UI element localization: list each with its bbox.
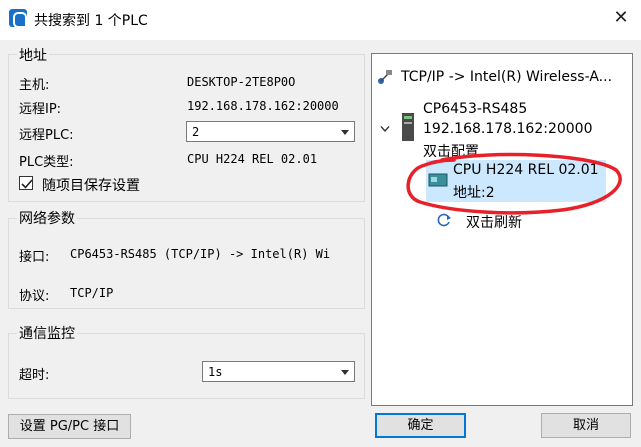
title-bar: 共搜索到 1 个PLC ✕: [0, 0, 641, 40]
protocol-value: TCP/IP: [70, 286, 114, 300]
checkmark-icon: [21, 179, 33, 189]
remote-ip-label: 远程IP:: [19, 102, 62, 117]
device-address: 192.168.178.162:20000: [423, 121, 593, 137]
set-pgpc-button[interactable]: 设置 PG/PC 接口: [8, 414, 131, 439]
remote-plc-value: 2: [192, 125, 200, 139]
device-name[interactable]: CP6453-RS485: [423, 101, 527, 117]
network-group: [8, 218, 365, 309]
remote-plc-select[interactable]: 2: [186, 121, 355, 142]
remote-plc-label: 远程PLC:: [19, 128, 74, 143]
save-settings-checkbox[interactable]: [19, 176, 33, 190]
network-icon: [378, 70, 392, 84]
save-settings-label[interactable]: 随项目保存设置: [42, 175, 140, 195]
cancel-button[interactable]: 取消: [541, 413, 631, 438]
protocol-label: 协议:: [19, 289, 50, 304]
tree-root-label[interactable]: TCP/IP -> Intel(R) Wireless-A...: [401, 69, 612, 85]
timeout-value: 1s: [208, 365, 223, 379]
comm-group-title: 通信监控: [17, 323, 77, 343]
host-label: 主机:: [19, 78, 50, 93]
timeout-select[interactable]: 1s: [202, 361, 355, 382]
window-title: 共搜索到 1 个PLC: [34, 13, 148, 29]
close-icon[interactable]: ✕: [608, 4, 634, 32]
chevron-down-icon: [341, 130, 349, 135]
interface-label: 接口:: [19, 250, 50, 265]
network-group-title: 网络参数: [17, 208, 77, 228]
interface-value: CP6453-RS485 (TCP/IP) -> Intel(R) Wi: [70, 247, 331, 261]
address-group-title: 地址: [17, 45, 49, 65]
remote-ip-value: 192.168.178.162:20000: [187, 99, 339, 113]
device-icon: [402, 113, 414, 141]
plc-type-value: CPU H224 REL 02.01: [187, 152, 318, 166]
host-value: DESKTOP-2TE8P0O: [187, 75, 296, 89]
plc-tree[interactable]: TCP/IP -> Intel(R) Wireless-A... CP6453-…: [371, 53, 633, 406]
plc-type-label: PLC类型:: [19, 155, 74, 170]
timeout-label: 超时:: [19, 368, 50, 383]
ok-button[interactable]: 确定: [375, 413, 466, 438]
expand-chevron-icon[interactable]: [380, 125, 390, 133]
chevron-down-icon: [341, 370, 349, 375]
red-annotation-circle: [406, 152, 622, 215]
app-icon: [9, 9, 27, 28]
